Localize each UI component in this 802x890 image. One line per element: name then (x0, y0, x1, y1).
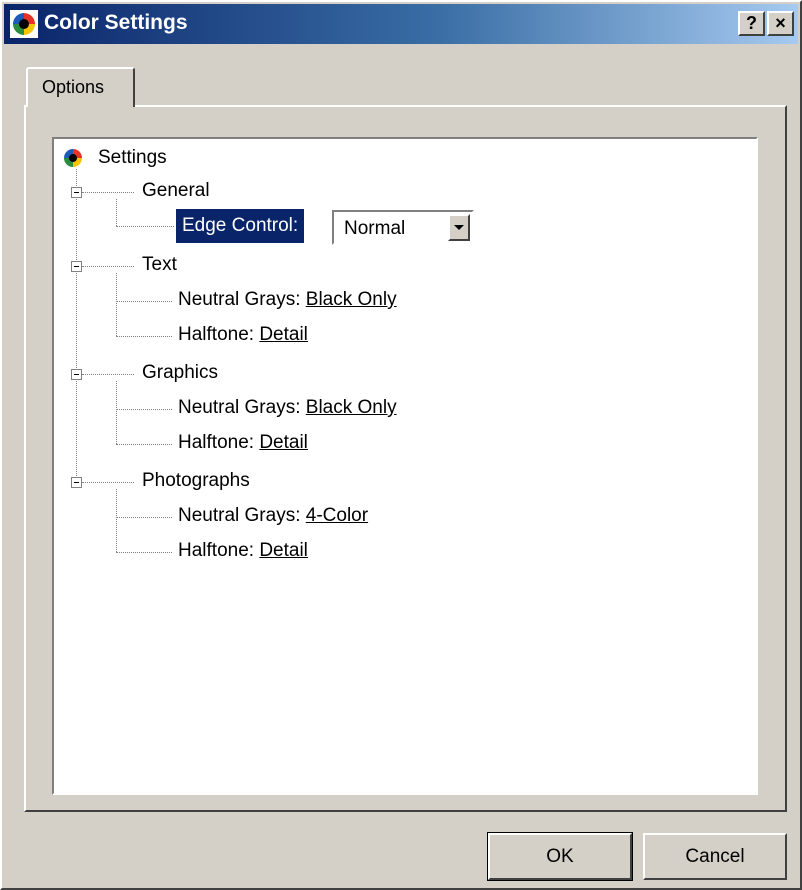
tab-options-label: Options (42, 77, 105, 97)
tree-connector (116, 489, 117, 552)
tree-connector (116, 552, 172, 553)
graphics-halftone-value[interactable]: Detail (259, 432, 308, 453)
cancel-button[interactable]: Cancel (643, 833, 787, 880)
tree-item-text[interactable]: Text (142, 254, 177, 276)
collapse-text-icon[interactable] (71, 261, 82, 272)
collapse-general-icon[interactable] (71, 187, 82, 198)
text-halftone-value[interactable]: Detail (259, 324, 308, 345)
tree-connector (116, 301, 172, 302)
tree-item-graphics[interactable]: Graphics (142, 362, 218, 384)
tree-connector (116, 226, 174, 227)
photographs-halftone-label: Halftone: Detail (178, 540, 308, 561)
text-neutral-grays-value[interactable]: Black Only (306, 289, 397, 310)
color-settings-dialog: Color Settings ? × Options Settings Gene… (0, 0, 802, 890)
settings-tree[interactable]: Settings General Edge Control: Normal Te… (52, 137, 758, 795)
edge-control-label[interactable]: Edge Control: (176, 209, 305, 243)
tree-connector (82, 374, 134, 375)
help-button[interactable]: ? (738, 11, 765, 36)
tree-connector (116, 199, 117, 226)
close-button[interactable]: × (767, 11, 794, 36)
tree-connector (82, 192, 134, 193)
graphics-halftone-label: Halftone: Detail (178, 432, 308, 453)
tree-connector (82, 482, 134, 483)
text-neutral-grays-label: Neutral Grays: Black Only (178, 289, 397, 310)
photographs-neutral-grays-label: Neutral Grays: 4-Color (178, 505, 369, 526)
photographs-halftone-value[interactable]: Detail (259, 540, 308, 561)
tree-root-label: Settings (98, 147, 167, 168)
tab-options[interactable]: Options (26, 67, 135, 107)
edge-control-value: Normal (344, 218, 406, 239)
tree-item-photographs[interactable]: Photographs (142, 470, 250, 492)
title-bar[interactable]: Color Settings ? × (4, 4, 798, 44)
text-halftone-label: Halftone: Detail (178, 324, 308, 345)
ok-button[interactable]: OK (487, 832, 633, 881)
settings-root-icon (64, 149, 82, 167)
tree-connector (116, 336, 172, 337)
window-title: Color Settings (44, 11, 188, 34)
tree-item-general[interactable]: General (142, 180, 210, 202)
chevron-down-icon[interactable] (448, 214, 470, 241)
collapse-graphics-icon[interactable] (71, 369, 82, 380)
tree-connector (76, 169, 77, 486)
collapse-photographs-icon[interactable] (71, 477, 82, 488)
tree-connector (82, 266, 134, 267)
tree-connector (116, 273, 117, 336)
color-wheel-icon (10, 10, 38, 38)
graphics-neutral-grays-label: Neutral Grays: Black Only (178, 397, 397, 418)
tree-connector (116, 517, 172, 518)
edge-control-select[interactable]: Normal (332, 210, 474, 245)
tree-connector (116, 444, 172, 445)
photographs-neutral-grays-value[interactable]: 4-Color (306, 505, 368, 526)
graphics-neutral-grays-value[interactable]: Black Only (306, 397, 397, 418)
tree-connector (116, 381, 117, 444)
tree-connector (116, 409, 172, 410)
